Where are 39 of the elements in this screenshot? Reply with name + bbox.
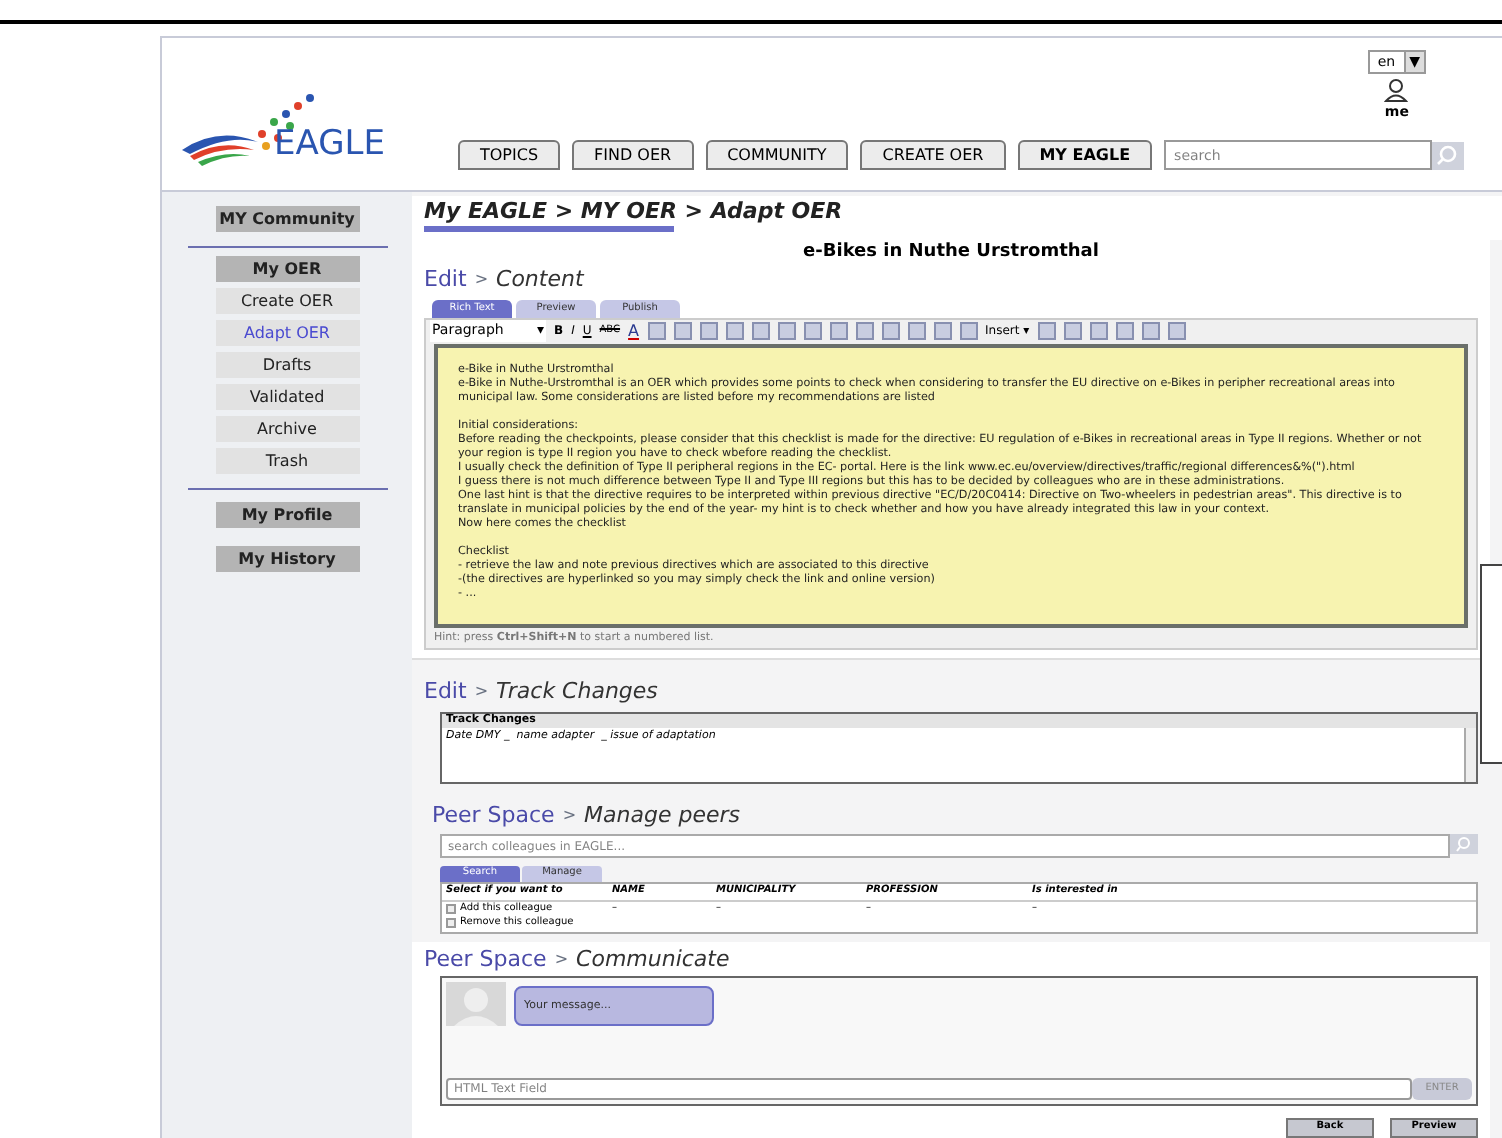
- sidebar-item[interactable]: MY Community: [215, 206, 359, 232]
- search-icon[interactable]: [1450, 834, 1478, 854]
- section-link[interactable]: Edit: [424, 263, 467, 297]
- sidebar-item[interactable]: Validated: [215, 384, 359, 410]
- checkbox[interactable]: [446, 903, 456, 914]
- text-color-button[interactable]: A: [628, 319, 640, 343]
- oer-title: e-Bikes in Nuthe Urstromthal: [801, 240, 1101, 264]
- breadcrumb: My EAGLE > MY OER > Adapt OER: [424, 196, 845, 226]
- search-icon[interactable]: [1432, 141, 1465, 169]
- sidebar-item[interactable]: My Profile: [215, 502, 359, 528]
- sidebar-item[interactable]: Drafts: [215, 352, 359, 378]
- section-title: Track Changes: [496, 675, 658, 708]
- scrollbar[interactable]: [1464, 728, 1476, 782]
- user-icon[interactable]: [1384, 78, 1409, 102]
- nav-tab[interactable]: FIND OER: [572, 140, 694, 170]
- sidebar-item[interactable]: Create OER: [215, 288, 359, 314]
- section-link[interactable]: Edit: [424, 675, 467, 709]
- breadcrumb-separator: >: [474, 680, 489, 704]
- section-title: Manage peers: [584, 799, 740, 832]
- breadcrumb-separator: >: [474, 268, 489, 292]
- section-link[interactable]: Peer Space: [424, 943, 547, 977]
- section-title: Communicate: [576, 943, 730, 976]
- nav-tab[interactable]: TOPICS: [458, 140, 561, 170]
- avatar-icon: [446, 982, 506, 1026]
- breadcrumb-separator: >: [554, 948, 569, 972]
- logo-text: EAGLE: [274, 121, 385, 167]
- sidebar-item[interactable]: Adapt OER: [215, 320, 359, 346]
- checkbox[interactable]: [446, 917, 456, 928]
- nav-tab[interactable]: CREATE OER: [860, 140, 1006, 170]
- breadcrumb-separator: >: [562, 804, 577, 828]
- sidebar-item[interactable]: My History: [215, 546, 359, 572]
- sidebar-item[interactable]: Archive: [215, 416, 359, 442]
- editor-area[interactable]: [434, 344, 1468, 628]
- sidebar-item[interactable]: Trash: [215, 448, 359, 474]
- sidebar-item[interactable]: My OER: [215, 256, 359, 282]
- nav-tab[interactable]: COMMUNITY: [705, 140, 849, 170]
- section-link[interactable]: Peer Space: [432, 799, 555, 833]
- section-title: Content: [496, 263, 584, 296]
- nav-tab[interactable]: MY EAGLE: [1017, 140, 1153, 170]
